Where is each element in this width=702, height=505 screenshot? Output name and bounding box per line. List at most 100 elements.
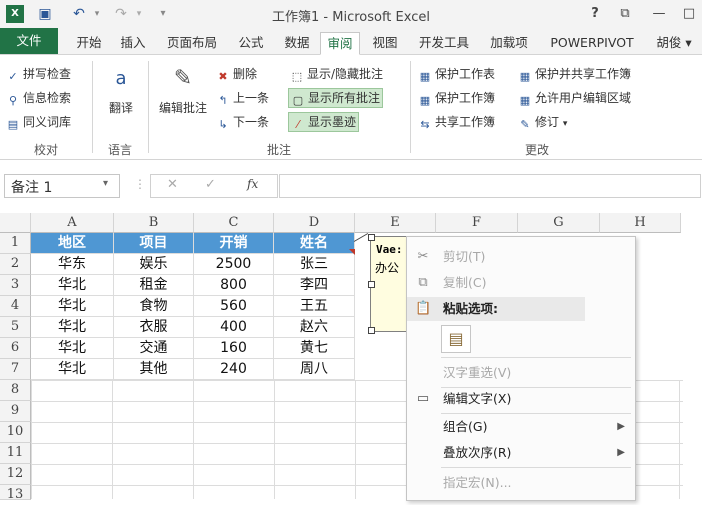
table-cell[interactable]: 240 bbox=[194, 359, 274, 380]
column-header[interactable]: G bbox=[518, 213, 600, 233]
name-box[interactable]: 备注 1 ▾ bbox=[4, 174, 120, 198]
row-header[interactable]: 1 bbox=[0, 233, 31, 254]
share-workbook-button[interactable]: ⇆ 共享工作簿 bbox=[418, 113, 495, 131]
enter-icon[interactable]: ✓ bbox=[205, 177, 216, 192]
table-cell[interactable]: 华北 bbox=[31, 359, 114, 380]
menu-item-copy[interactable]: ⧉ 复制(C) bbox=[407, 271, 635, 295]
help-button[interactable]: ? bbox=[584, 4, 606, 24]
column-header[interactable]: F bbox=[436, 213, 518, 233]
translate-button[interactable]: a 翻译 bbox=[98, 63, 144, 116]
tab-developer[interactable]: 开发工具 bbox=[412, 32, 476, 53]
delete-comment-button[interactable]: ✖ 删除 bbox=[216, 65, 257, 83]
protect-workbook-button[interactable]: ▦ 保护工作簿 bbox=[418, 89, 495, 107]
table-cell[interactable]: 华北 bbox=[31, 338, 114, 359]
tab-page-layout[interactable]: 页面布局 bbox=[160, 32, 224, 53]
table-cell[interactable]: 其他 bbox=[114, 359, 194, 380]
allow-edit-ranges-button[interactable]: ▦ 允许用户编辑区域 bbox=[518, 89, 631, 107]
row-header[interactable]: 5 bbox=[0, 317, 31, 338]
formula-input[interactable] bbox=[279, 174, 701, 198]
table-cell[interactable]: 交通 bbox=[114, 338, 194, 359]
row-header[interactable]: 2 bbox=[0, 254, 31, 275]
table-cell[interactable]: 食物 bbox=[114, 296, 194, 317]
spell-check-button[interactable]: ✓ 拼写检查 bbox=[6, 65, 71, 83]
menu-item-edit-text[interactable]: ▭ 编辑文字(X) bbox=[407, 387, 635, 411]
protect-share-workbook-button[interactable]: ▦ 保护并共享工作簿 bbox=[518, 65, 631, 83]
column-header[interactable]: E bbox=[355, 213, 436, 233]
resize-handle[interactable] bbox=[368, 281, 375, 288]
table-cell[interactable]: 李四 bbox=[274, 275, 355, 296]
resize-handle[interactable] bbox=[368, 327, 375, 334]
resize-handle[interactable] bbox=[368, 234, 375, 241]
table-cell[interactable]: 800 bbox=[194, 275, 274, 296]
menu-item-order[interactable]: 叠放次序(R) ▶ bbox=[407, 441, 635, 465]
tab-file[interactable]: 文件 bbox=[0, 28, 58, 54]
row-header[interactable]: 9 bbox=[0, 401, 31, 422]
row-header[interactable]: 4 bbox=[0, 296, 31, 317]
column-header[interactable]: H bbox=[600, 213, 681, 233]
track-changes-button[interactable]: ✎ 修订 ▾ bbox=[518, 113, 567, 131]
menu-item-group[interactable]: 组合(G) ▶ bbox=[407, 415, 635, 439]
restore-button[interactable]: □ bbox=[678, 4, 700, 24]
table-cell[interactable]: 衣服 bbox=[114, 317, 194, 338]
cancel-icon[interactable]: ✕ bbox=[167, 177, 178, 192]
table-header-cell[interactable]: 项目 bbox=[114, 233, 194, 254]
insert-function-icon[interactable]: fx bbox=[247, 177, 258, 191]
row-header[interactable]: 8 bbox=[0, 380, 31, 401]
table-cell[interactable]: 华东 bbox=[31, 254, 114, 275]
column-header[interactable]: D bbox=[274, 213, 355, 233]
menu-item-reconvert[interactable]: 汉字重选(V) bbox=[407, 361, 635, 385]
column-header[interactable]: C bbox=[194, 213, 274, 233]
edit-comment-button[interactable]: ✎ 编辑批注 bbox=[152, 63, 214, 116]
table-cell[interactable]: 租金 bbox=[114, 275, 194, 296]
table-cell[interactable]: 娱乐 bbox=[114, 254, 194, 275]
table-cell[interactable]: 黄七 bbox=[274, 338, 355, 359]
table-cell[interactable]: 华北 bbox=[31, 317, 114, 338]
column-header[interactable]: B bbox=[114, 213, 194, 233]
tab-view[interactable]: 视图 bbox=[366, 32, 404, 53]
table-cell[interactable]: 560 bbox=[194, 296, 274, 317]
table-cell[interactable]: 周八 bbox=[274, 359, 355, 380]
menu-item-cut[interactable]: ✂ 剪切(T) bbox=[407, 245, 635, 269]
select-all-corner[interactable] bbox=[0, 213, 31, 233]
tab-powerpivot[interactable]: POWERPIVOT bbox=[542, 32, 642, 53]
research-button[interactable]: ⚲ 信息检索 bbox=[6, 89, 71, 107]
tab-insert[interactable]: 插入 bbox=[114, 32, 152, 53]
show-all-comments-button[interactable]: ▢ 显示所有批注 bbox=[288, 88, 384, 108]
minimize-button[interactable]: — bbox=[648, 4, 670, 24]
menu-item-assign-macro[interactable]: 指定宏(N)... bbox=[407, 471, 635, 495]
table-cell[interactable]: 400 bbox=[194, 317, 274, 338]
row-header[interactable]: 7 bbox=[0, 359, 31, 380]
table-header-cell[interactable]: 姓名 bbox=[274, 233, 355, 254]
protect-sheet-button[interactable]: ▦ 保护工作表 bbox=[418, 65, 495, 83]
table-header-cell[interactable]: 地区 bbox=[31, 233, 114, 254]
tab-review[interactable]: 审阅 bbox=[320, 32, 360, 55]
tab-add-ins[interactable]: 加载项 bbox=[484, 32, 534, 53]
table-cell[interactable]: 赵六 bbox=[274, 317, 355, 338]
table-header-cell[interactable]: 开销 bbox=[194, 233, 274, 254]
tab-home[interactable]: 开始 bbox=[70, 32, 108, 53]
table-cell[interactable]: 张三 bbox=[274, 254, 355, 275]
ribbon-display-button[interactable]: ⧉ bbox=[614, 4, 636, 24]
row-header[interactable]: 3 bbox=[0, 275, 31, 296]
row-header[interactable]: 10 bbox=[0, 422, 31, 443]
thesaurus-button[interactable]: ▤ 同义词库 bbox=[6, 113, 71, 131]
table-cell[interactable]: 华北 bbox=[31, 275, 114, 296]
name-box-dropdown-icon[interactable]: ▾ bbox=[103, 178, 108, 189]
show-hide-comment-button[interactable]: ⬚ 显示/隐藏批注 bbox=[288, 65, 385, 83]
tab-data[interactable]: 数据 bbox=[278, 32, 316, 53]
next-comment-button[interactable]: ↳ 下一条 bbox=[216, 113, 269, 131]
table-cell[interactable]: 王五 bbox=[274, 296, 355, 317]
show-ink-button[interactable]: ⁄ 显示墨迹 bbox=[288, 112, 360, 132]
table-cell[interactable]: 2500 bbox=[194, 254, 274, 275]
paste-option-button[interactable]: ▤ bbox=[441, 325, 471, 353]
column-header[interactable]: A bbox=[31, 213, 114, 233]
account-menu[interactable]: 胡俊 ▾ bbox=[650, 32, 698, 53]
tab-formulas[interactable]: 公式 bbox=[232, 32, 270, 53]
table-cell[interactable]: 160 bbox=[194, 338, 274, 359]
row-header[interactable]: 6 bbox=[0, 338, 31, 359]
table-cell[interactable]: 华北 bbox=[31, 296, 114, 317]
row-header[interactable]: 12 bbox=[0, 464, 31, 485]
row-header[interactable]: 13 bbox=[0, 485, 31, 502]
previous-comment-button[interactable]: ↰ 上一条 bbox=[216, 89, 269, 107]
row-header[interactable]: 11 bbox=[0, 443, 31, 464]
